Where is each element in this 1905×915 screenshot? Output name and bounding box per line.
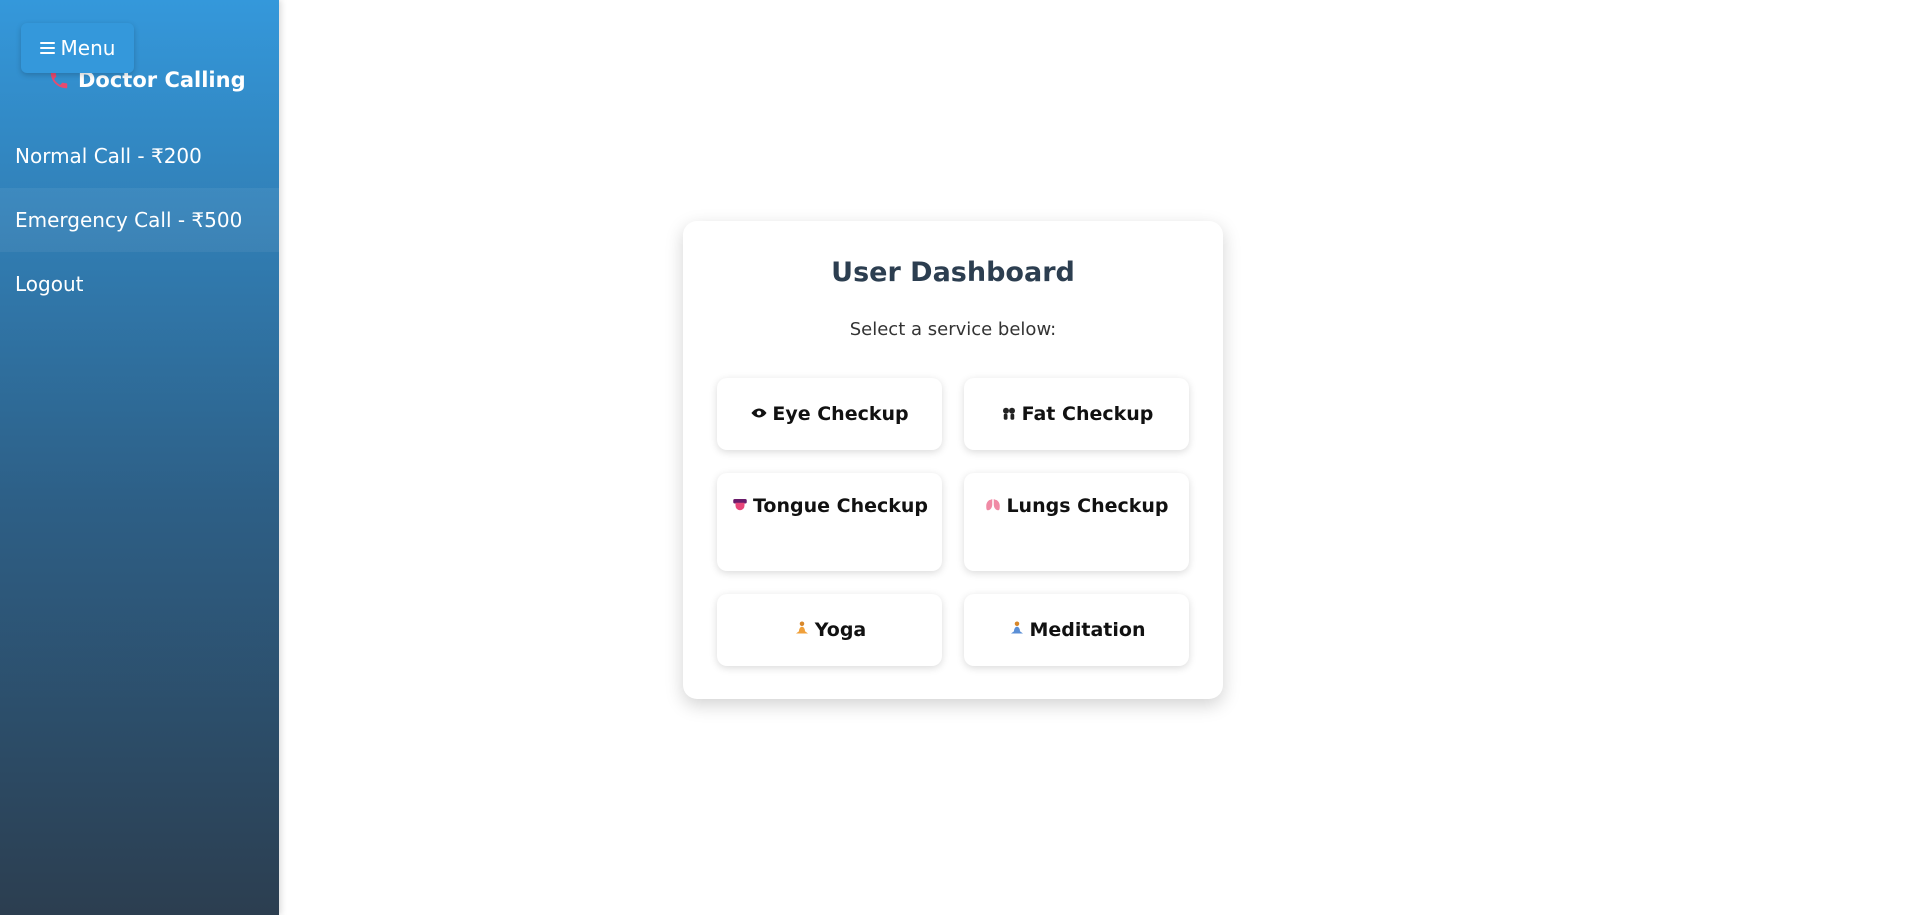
hamburger-icon <box>39 42 55 54</box>
dumbbell-icon <box>1002 407 1015 420</box>
service-label: Meditation <box>1029 618 1146 641</box>
service-label: Fat Checkup <box>1021 402 1154 425</box>
meditation-icon <box>1010 621 1023 633</box>
service-lungs-checkup-button[interactable]: Lungs Checkup <box>964 473 1189 571</box>
service-meditation-button[interactable]: Meditation <box>964 594 1189 666</box>
yoga-icon <box>795 621 808 633</box>
sidebar-item-logout[interactable]: Logout <box>0 252 279 316</box>
menu-button-label: Menu <box>60 36 116 60</box>
service-label: Eye Checkup <box>772 402 909 425</box>
lungs-icon <box>986 499 1001 511</box>
service-eye-checkup-button[interactable]: Eye Checkup <box>717 378 942 450</box>
sidebar-item-label: Emergency Call - ₹500 <box>15 208 243 232</box>
sidebar-nav: Normal Call - ₹200 Emergency Call - ₹500… <box>0 124 279 316</box>
menu-toggle-button[interactable]: Menu <box>21 23 134 73</box>
sidebar-item-label: Normal Call - ₹200 <box>15 144 202 168</box>
dashboard-card: User Dashboard Select a service below: E… <box>683 221 1223 699</box>
service-label: Yoga <box>814 618 867 641</box>
tongue-icon <box>733 499 747 511</box>
page-subtitle: Select a service below: <box>849 319 1057 340</box>
sidebar-item-emergency-call[interactable]: Emergency Call - ₹500 <box>0 188 279 252</box>
service-fat-checkup-button[interactable]: Fat Checkup <box>964 378 1189 450</box>
sidebar-item-normal-call[interactable]: Normal Call - ₹200 <box>0 124 279 188</box>
service-label: Tongue Checkup <box>752 495 929 517</box>
sidebar-item-label: Logout <box>15 272 84 296</box>
service-yoga-button[interactable]: Yoga <box>717 594 942 666</box>
eye-icon <box>751 408 767 417</box>
service-tongue-checkup-button[interactable]: Tongue Checkup <box>717 473 942 571</box>
sidebar: Menu Doctor Calling Normal Call - ₹200 E… <box>0 0 279 915</box>
page-title: User Dashboard <box>831 257 1075 288</box>
service-label: Lungs Checkup <box>1006 495 1169 517</box>
